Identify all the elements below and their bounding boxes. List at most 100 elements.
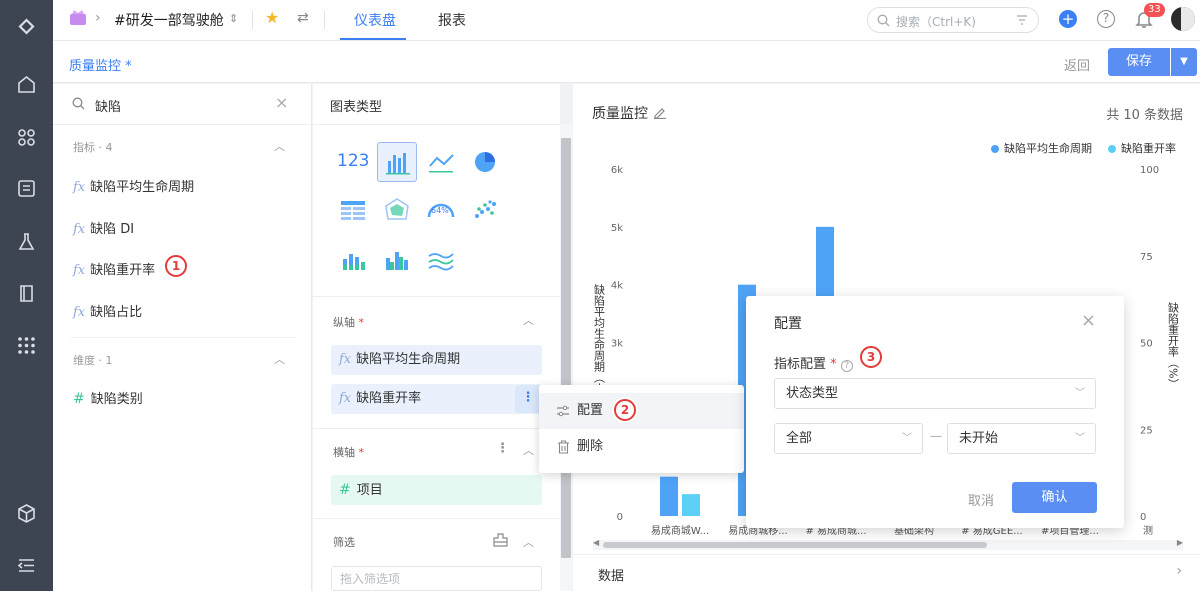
y-right-tick-label: 25 [1140, 425, 1153, 436]
cube-icon[interactable] [16, 503, 37, 524]
clear-filter-icon[interactable] [493, 533, 508, 547]
dashboard-title[interactable]: 质量监控 * [69, 55, 132, 74]
app-logo-icon[interactable] [16, 16, 37, 37]
from-status-select[interactable]: 全部 ﹀ [774, 423, 923, 454]
collapse-chevron-icon[interactable]: ︿ [274, 351, 285, 367]
menu-item-delete[interactable]: 删除 [539, 429, 744, 465]
grouped-bar-chart-icon[interactable] [377, 240, 417, 280]
step-marker-2: 2 [614, 399, 636, 421]
scroll-right-icon[interactable]: ▶ [1177, 538, 1183, 547]
collapse-chevron-icon[interactable]: ︿ [523, 312, 534, 328]
collapse-menu-icon[interactable] [16, 555, 37, 576]
more-options-icon[interactable]: ⋮ [515, 385, 541, 413]
workspace-switch-icon[interactable]: ⇕ [229, 12, 238, 25]
tab-reports[interactable]: 报表 [438, 10, 466, 30]
formula-icon: fx [73, 305, 86, 320]
dimensions-section-label: 维度 · 1 [73, 354, 113, 367]
formula-icon: fx [339, 352, 352, 367]
chevron-down-icon: ﹀ [1075, 433, 1085, 444]
close-icon[interactable]: × [1081, 310, 1096, 331]
top-bar: › #研发一部驾驶舱 ⇕ ★ ⇄ 仪表盘 报表 搜索（Ctrl+K) + ? 3… [53, 0, 1200, 41]
stacked-bar-chart-icon[interactable] [333, 240, 373, 280]
more-options-icon[interactable]: ⋮ [496, 441, 509, 456]
hash-icon: # [73, 391, 85, 407]
config-panel-scrollbar[interactable] [560, 124, 572, 591]
divider [324, 11, 325, 29]
formula-icon: fx [73, 263, 86, 278]
field-item-defect-reopen-rate[interactable]: fx 缺陷重开率 [73, 259, 155, 279]
notification-badge: 33 [1144, 3, 1165, 17]
line-chart-icon[interactable] [421, 142, 461, 182]
y-field-defect-reopen-rate[interactable]: fx 缺陷重开率 ⋮ [331, 384, 542, 414]
save-button[interactable]: 保存 [1108, 48, 1170, 76]
menu-item-configure[interactable]: 配置 2 [539, 393, 744, 429]
field-item-defect-ratio[interactable]: fx 缺陷占比 [73, 301, 142, 321]
scroll-left-icon[interactable]: ◀ [593, 538, 599, 547]
chart-horizontal-scrollbar[interactable]: ◀ ▶ [593, 538, 1183, 550]
create-plus-icon[interactable]: + [1059, 10, 1077, 28]
scatter-chart-icon[interactable] [465, 191, 505, 231]
y-left-axis-title: 缺陷平均生命周期（小 [593, 283, 606, 395]
x-axis-label: 横轴 * [333, 446, 364, 459]
cancel-button[interactable]: 取消 [968, 490, 994, 509]
chevron-down-icon: ﹀ [1075, 388, 1085, 399]
left-nav-rail [0, 0, 53, 591]
task-list-icon[interactable] [16, 178, 37, 199]
clear-search-icon[interactable]: × [275, 93, 288, 112]
collapse-chevron-icon[interactable]: ︿ [523, 442, 534, 458]
global-search-input[interactable]: 搜索（Ctrl+K) [867, 7, 1039, 33]
x-field-project[interactable]: # 项目 [331, 475, 542, 505]
field-search-input[interactable]: 缺陷 × [53, 84, 312, 125]
back-button[interactable]: 返回 [1064, 55, 1090, 74]
scrollbar-thumb[interactable] [603, 542, 987, 548]
y-axis-label: 纵轴 * [333, 316, 364, 329]
field-item-defect-di[interactable]: fx 缺陷 DI [73, 218, 134, 238]
book-icon[interactable] [16, 283, 37, 304]
radar-chart-icon[interactable] [377, 191, 417, 231]
metric-config-select[interactable]: 状态类型 ﹀ [774, 378, 1096, 409]
help-icon[interactable]: ? [840, 360, 853, 372]
save-dropdown-chevron-icon[interactable]: ▼ [1171, 48, 1197, 76]
swap-icon[interactable]: ⇄ [297, 10, 309, 26]
confirm-button[interactable]: 确认 [1012, 482, 1097, 513]
search-icon [877, 14, 890, 27]
dialog-title: 配置 [774, 316, 802, 332]
bar-chart-icon[interactable] [377, 142, 417, 182]
filter-icon[interactable] [1016, 15, 1028, 26]
area-chart-icon[interactable] [421, 240, 461, 280]
dashboard-header: 质量监控 * 返回 保存 ▼ [53, 41, 1200, 83]
collapse-chevron-icon[interactable]: ︿ [274, 138, 285, 154]
star-icon[interactable]: ★ [265, 8, 279, 27]
avatar[interactable] [1171, 7, 1195, 31]
metric-config-label: 指标配置 * ? [774, 353, 853, 372]
number-chart-icon[interactable]: 123 [333, 142, 373, 182]
flask-icon[interactable] [16, 231, 37, 252]
table-chart-icon[interactable] [333, 191, 373, 231]
pie-chart-icon[interactable] [465, 142, 505, 182]
y-field-defect-lifecycle[interactable]: fx 缺陷平均生命周期 [331, 345, 542, 375]
filter-dropzone[interactable]: 拖入筛选项 [331, 566, 542, 591]
home-icon[interactable] [16, 74, 37, 95]
y-right-tick-label: 100 [1140, 165, 1159, 176]
apps-icon[interactable] [16, 127, 37, 148]
divider [252, 11, 253, 29]
workspace-name[interactable]: #研发一部驾驶舱 [114, 10, 224, 30]
chevron-right-icon: › [1176, 563, 1182, 579]
grid-menu-icon[interactable] [16, 335, 37, 356]
scrollbar-thumb[interactable] [561, 138, 571, 558]
help-icon[interactable]: ? [1097, 10, 1115, 28]
gauge-chart-icon[interactable]: 64% [421, 191, 461, 231]
x-tick-label: 易成商城W... [651, 524, 709, 537]
field-item-defect-category[interactable]: # 缺陷类别 [73, 388, 143, 408]
data-section-toggle[interactable]: 数据 › [573, 554, 1200, 591]
divider [313, 518, 560, 519]
tab-dashboard[interactable]: 仪表盘 [354, 10, 396, 30]
y-right-tick-label: 75 [1140, 252, 1153, 263]
config-dialog: 配置 × 指标配置 * ? 3 状态类型 ﹀ 全部 ﹀ — 未开始 ﹀ 取消 确认 [746, 296, 1124, 528]
to-status-select[interactable]: 未开始 ﹀ [947, 423, 1096, 454]
bar-0-lifecycle [660, 476, 678, 516]
collapse-chevron-icon[interactable]: ︿ [523, 534, 534, 550]
formula-icon: fx [73, 222, 86, 237]
divider [313, 428, 560, 429]
field-item-defect-lifecycle[interactable]: fx 缺陷平均生命周期 [73, 176, 194, 196]
